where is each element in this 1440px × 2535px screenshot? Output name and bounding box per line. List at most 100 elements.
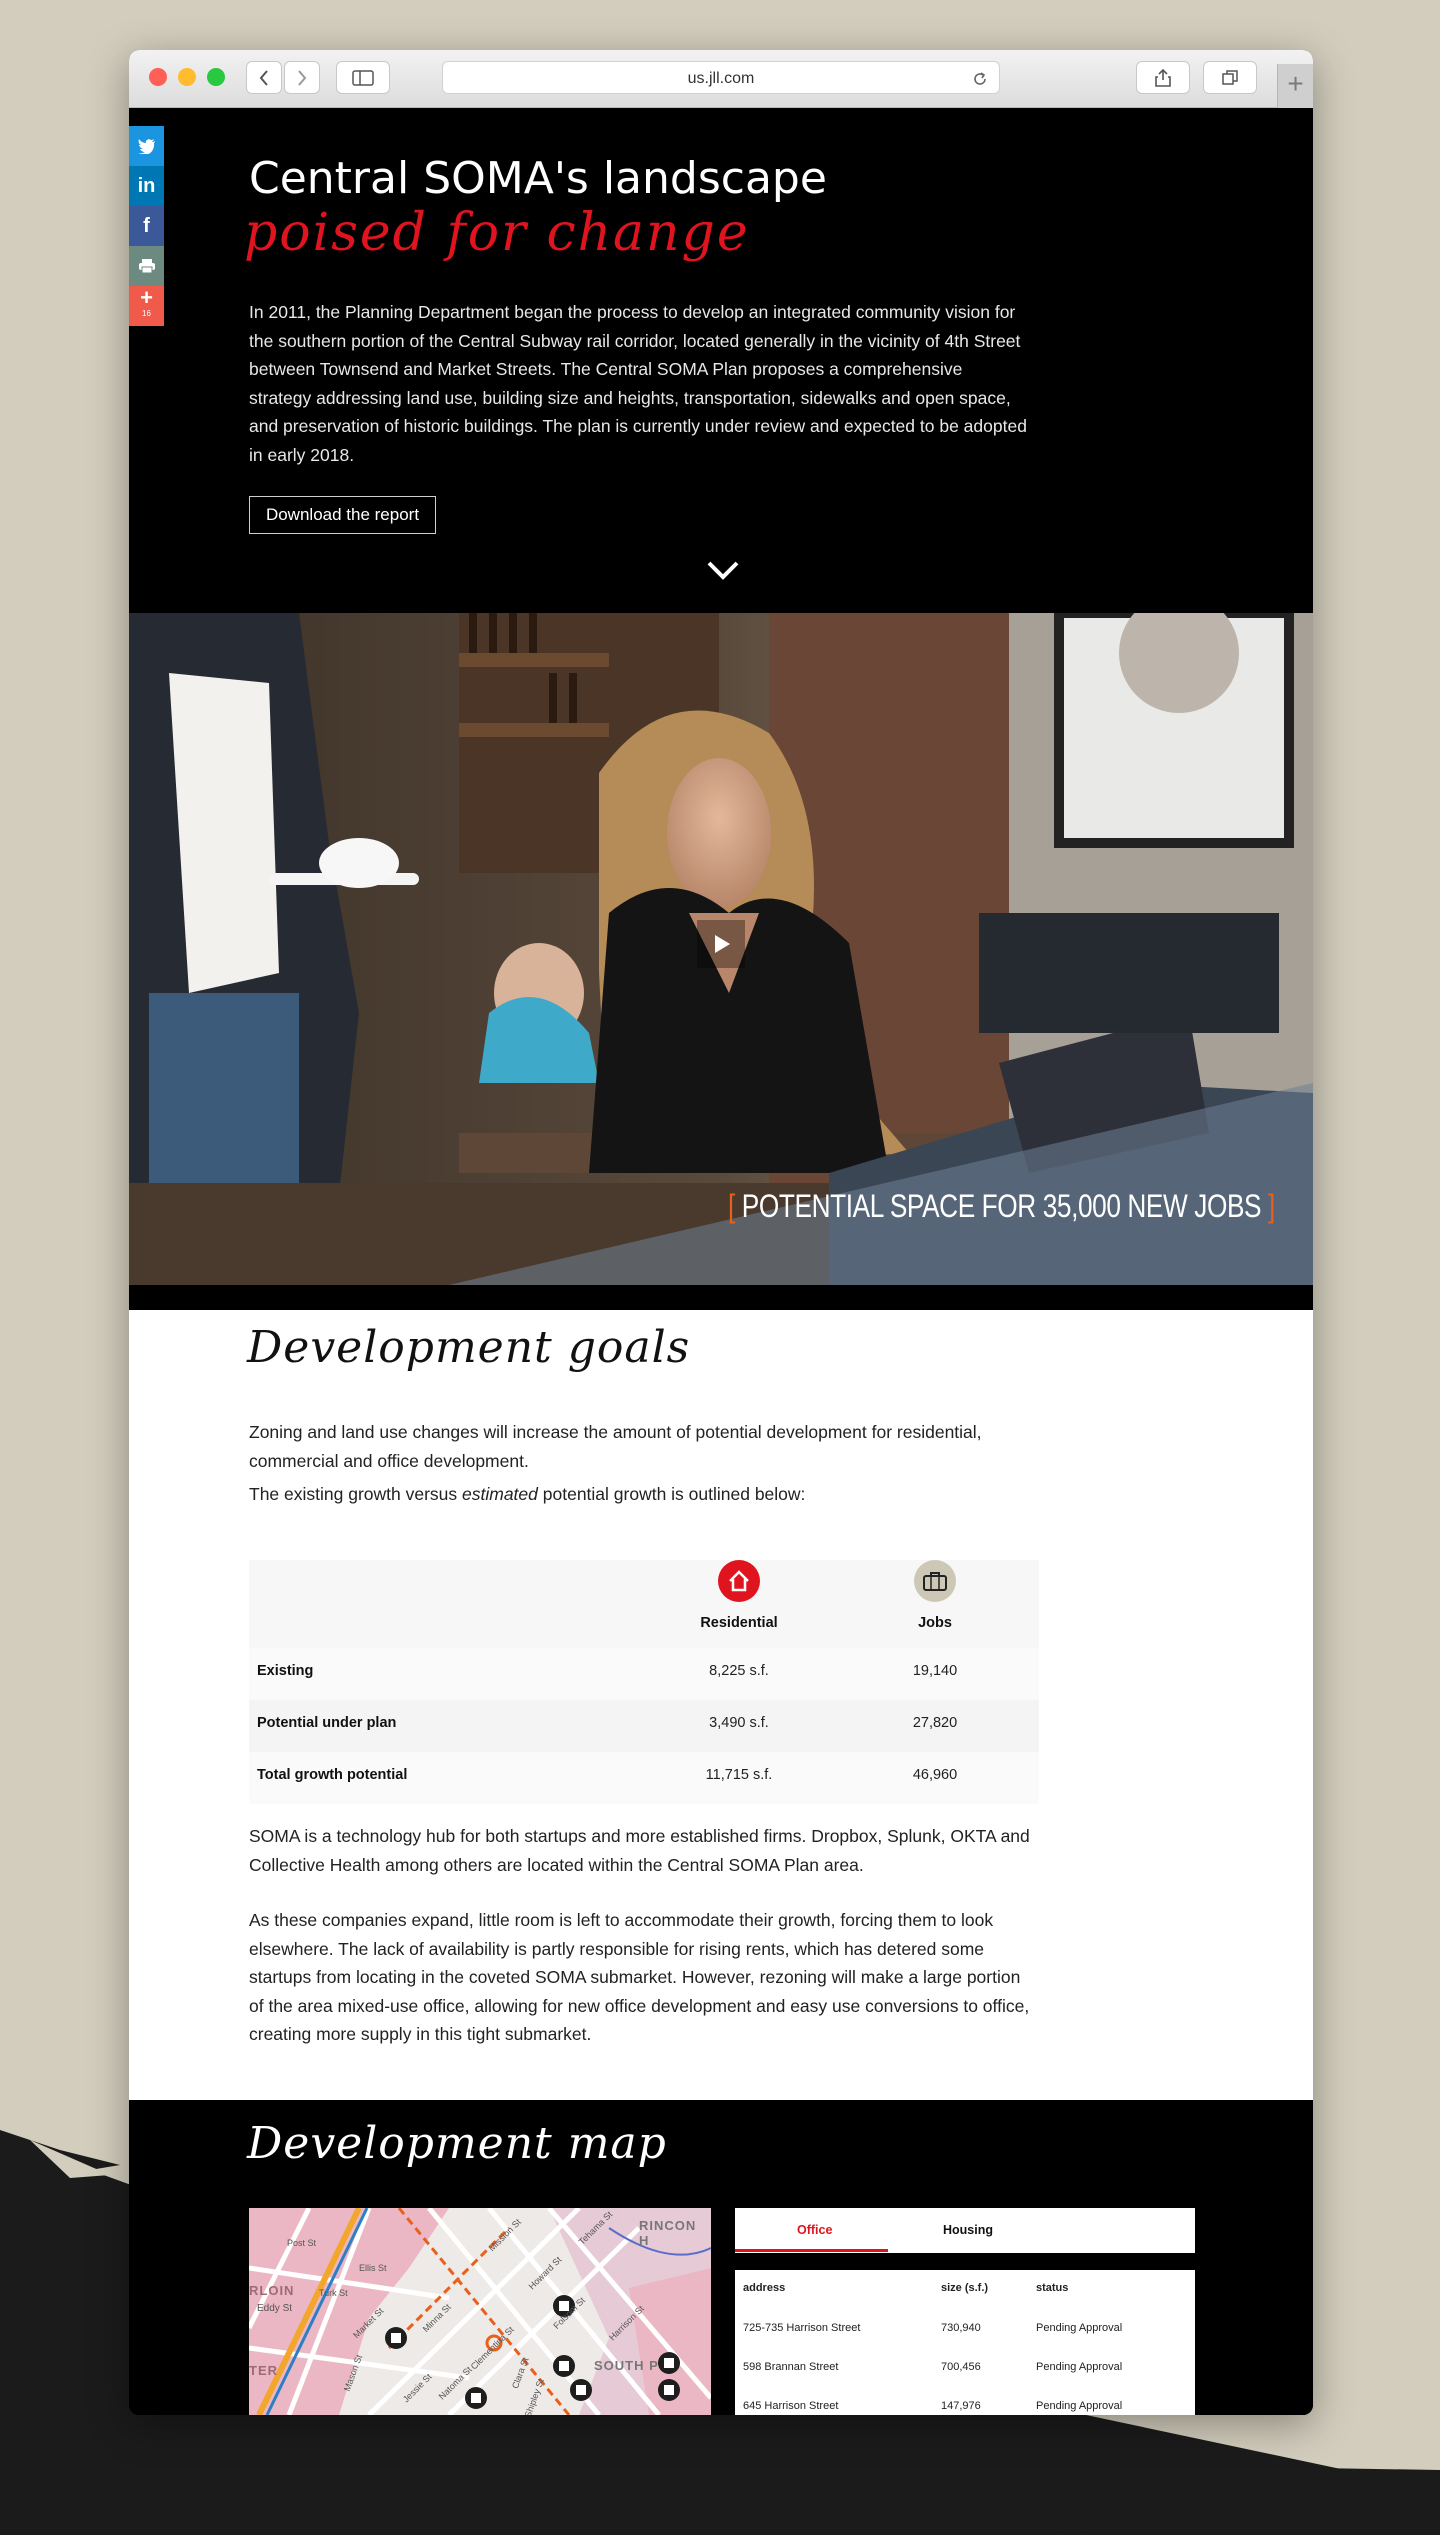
back-button[interactable] — [246, 61, 282, 94]
page-content: in f + 16 Central SOMA's landscape poise… — [129, 108, 1313, 2415]
zoom-window-button[interactable] — [207, 68, 225, 86]
more-share-button[interactable]: + 16 — [129, 286, 164, 326]
twitter-icon — [137, 138, 155, 154]
download-report-button[interactable]: Download the report — [249, 496, 436, 534]
table-row: Existing 8,225 s.f. 19,140 — [249, 1648, 1039, 1700]
page-title: Central SOMA's landscape — [249, 153, 827, 204]
facebook-share-button[interactable]: f — [129, 206, 164, 246]
soma-tech-hub-text: SOMA is a technology hub for both startu… — [249, 1826, 1030, 1875]
linkedin-share-button[interactable]: in — [129, 166, 164, 206]
hero-intro-text: In 2011, the Planning Department began t… — [249, 302, 1027, 465]
development-table: address size (s.f.) status 725-735 Harri… — [735, 2270, 1195, 2415]
row-label: Potential under plan — [257, 1715, 397, 1731]
table-row: Total growth potential 11,715 s.f. 46,96… — [249, 1752, 1039, 1804]
map-label: Turk St — [319, 2288, 348, 2298]
outline-text-emphasis: estimated — [462, 1484, 538, 1504]
row-status: Pending Approval — [1036, 2322, 1123, 2334]
share-icon — [1155, 68, 1171, 87]
residential-icon — [718, 1560, 760, 1602]
browser-toolbar: us.jll.com + — [129, 50, 1313, 108]
row-size: 700,456 — [941, 2361, 981, 2373]
column-header-status: status — [1036, 2282, 1069, 2294]
map-label: Ellis St — [359, 2263, 387, 2273]
facebook-icon: f — [143, 214, 150, 237]
linkedin-icon: in — [137, 174, 156, 197]
more-icon: + — [140, 285, 153, 310]
soma-expansion-text: As these companies expand, little room i… — [249, 1910, 1030, 2044]
row-residential-value: 11,715 s.f. — [705, 1767, 773, 1783]
map-label: RINCON H — [639, 2218, 697, 2248]
share-button[interactable] — [1136, 61, 1190, 94]
scroll-down-chevron-icon[interactable] — [706, 558, 740, 582]
video-banner[interactable]: [ POTENTIAL SPACE FOR 35,000 NEW JOBS ] — [129, 613, 1313, 1285]
url-text: us.jll.com — [687, 70, 755, 87]
browser-window: us.jll.com + in f + 16 Central SOMA's la… — [129, 50, 1313, 2415]
goals-outline-text: The existing growth versus estimated pot… — [249, 1480, 1039, 1509]
column-header-address: address — [743, 2282, 786, 2294]
social-share-bar: in f + 16 — [129, 126, 164, 326]
tab-office[interactable]: Office — [797, 2223, 832, 2237]
table-row: Potential under plan 3,490 s.f. 27,820 — [249, 1700, 1039, 1752]
row-size: 147,976 — [941, 2400, 981, 2412]
column-header-size: size (s.f.) — [941, 2282, 989, 2294]
chevron-left-icon — [259, 69, 268, 86]
caption-overlay-shape — [449, 1083, 1313, 1285]
twitter-share-button[interactable] — [129, 126, 164, 166]
sidebar-icon — [352, 69, 374, 86]
development-map[interactable]: RINCON H RLOIN Eddy St TER SOUTH P Missi… — [249, 2208, 711, 2415]
share-count: 16 — [142, 309, 151, 318]
video-caption: [ POTENTIAL SPACE FOR 35,000 NEW JOBS ] — [728, 1188, 1275, 1225]
address-bar[interactable]: us.jll.com — [442, 61, 1000, 94]
outline-text-after: potential growth is outlined below: — [537, 1484, 806, 1504]
row-jobs-value: 46,960 — [912, 1767, 958, 1783]
column-header-residential: Residential — [700, 1615, 778, 1631]
development-goals-heading: Development goals — [247, 1322, 691, 1373]
section-divider — [129, 1285, 1313, 1310]
row-address[interactable]: 645 Harrison Street — [743, 2400, 838, 2412]
chevron-right-icon — [298, 69, 307, 86]
page-subtitle-script: poised for change — [244, 203, 750, 263]
map-label: RLOIN — [249, 2283, 295, 2298]
row-address[interactable]: 598 Brannan Street — [743, 2361, 838, 2373]
new-tab-button[interactable]: + — [1277, 64, 1313, 108]
tab-housing[interactable]: Housing — [943, 2223, 993, 2237]
active-tab-underline — [735, 2249, 888, 2252]
caption-text: POTENTIAL SPACE FOR 35,000 NEW JOBS — [741, 1188, 1262, 1224]
caption-bracket-open: [ — [728, 1188, 736, 1224]
row-jobs-value: 27,820 — [912, 1715, 958, 1731]
tabs-icon — [1222, 69, 1238, 85]
row-label: Existing — [257, 1663, 314, 1679]
minimize-window-button[interactable] — [178, 68, 196, 86]
row-residential-value: 3,490 s.f. — [709, 1715, 769, 1731]
caption-bracket-close: ] — [1268, 1188, 1275, 1224]
hero-section: in f + 16 Central SOMA's landscape poise… — [129, 108, 1313, 613]
reload-icon[interactable] — [971, 70, 989, 88]
development-goals-section: Development goals Zoning and land use ch… — [129, 1310, 1313, 2100]
outline-text-before: The existing growth versus — [249, 1484, 463, 1504]
development-list-panel: Office Housing address size (s.f.) statu… — [735, 2208, 1195, 2415]
development-map-section: Development map RINCON H RLOIN Eddy St T… — [129, 2100, 1313, 2415]
goals-intro-text: Zoning and land use changes will increas… — [249, 1422, 982, 1471]
map-label: Eddy St — [257, 2303, 293, 2314]
print-button[interactable] — [129, 246, 164, 286]
row-address[interactable]: 725-735 Harrison Street — [743, 2322, 860, 2334]
row-status: Pending Approval — [1036, 2361, 1123, 2373]
print-icon — [138, 259, 155, 274]
close-window-button[interactable] — [149, 68, 167, 86]
row-status: Pending Approval — [1036, 2400, 1123, 2412]
column-header-jobs: Jobs — [918, 1615, 952, 1631]
row-size: 730,940 — [941, 2322, 981, 2334]
sidebar-toggle-button[interactable] — [336, 61, 390, 94]
map-label: SOUTH P — [594, 2358, 659, 2373]
forward-button[interactable] — [284, 61, 320, 94]
row-jobs-value: 19,140 — [912, 1663, 958, 1679]
briefcase-icon — [914, 1560, 956, 1602]
tab-bar: Office Housing — [735, 2208, 1195, 2253]
growth-table: Residential Jobs Existing 8,225 s.f. 19,… — [249, 1560, 1039, 1804]
row-residential-value: 8,225 s.f. — [709, 1663, 769, 1679]
map-label: TER — [249, 2363, 278, 2378]
map-label: Post St — [287, 2238, 317, 2248]
tabs-overview-button[interactable] — [1203, 61, 1257, 94]
development-map-heading: Development map — [247, 2118, 667, 2169]
row-label: Total growth potential — [257, 1767, 408, 1783]
